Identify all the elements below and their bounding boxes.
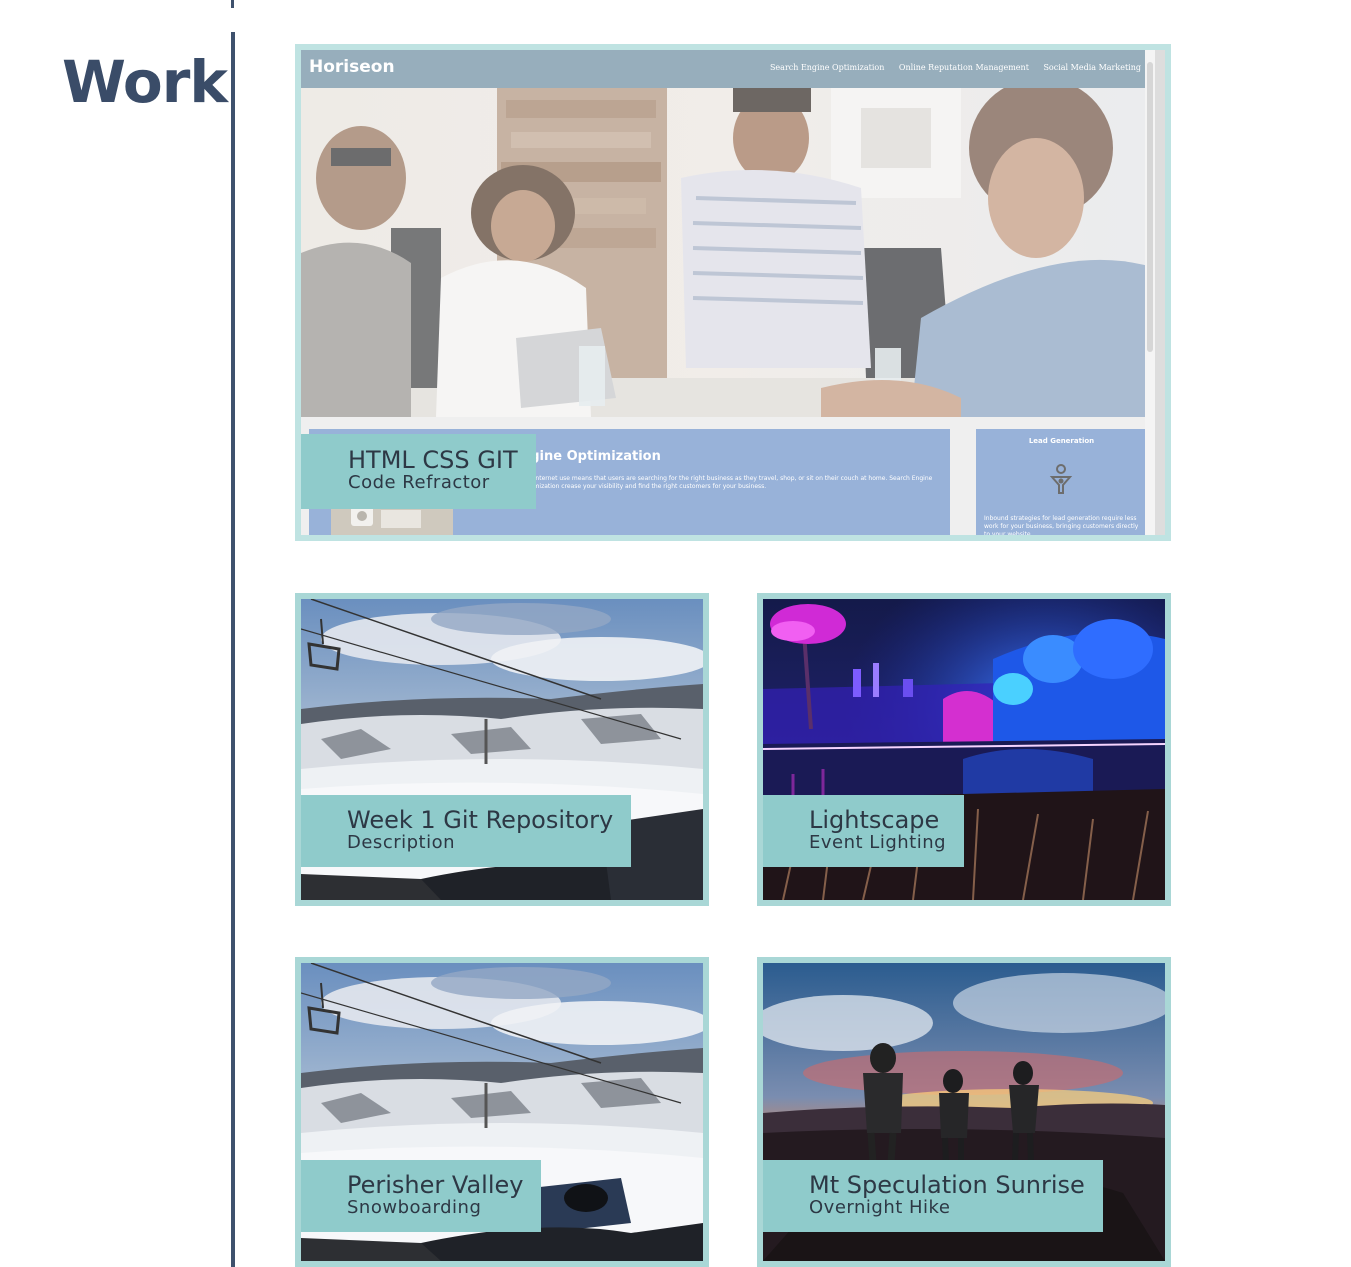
site-nav-item: Online Reputation Management xyxy=(898,63,1029,72)
project-title: Lightscape xyxy=(809,806,940,834)
project-card-mt-speculation-sunrise[interactable]: Mt Speculation Sunrise Overnight Hike xyxy=(757,957,1171,1267)
site-aside-text: Inbound strategies for lead generation r… xyxy=(984,515,1139,538)
project-title: Week 1 Git Repository xyxy=(347,806,614,834)
project-card-week-1-git-repository[interactable]: Week 1 Git Repository Description xyxy=(295,593,709,906)
site-aside-title: Lead Generation xyxy=(1028,437,1095,445)
project-caption: Mt Speculation Sunrise Overnight Hike xyxy=(763,1160,1103,1232)
timeline-divider xyxy=(231,32,235,1267)
site-scrollbar xyxy=(1145,50,1155,535)
project-caption: Perisher Valley Snowboarding xyxy=(301,1160,542,1232)
site-content-text: bile internet use means that users are s… xyxy=(521,475,933,490)
section-title: Work xyxy=(62,48,228,116)
timeline-divider-top xyxy=(231,0,234,8)
project-caption: Lightscape Event Lighting xyxy=(763,795,965,867)
site-aside-panel: Lead Generation Inbound strategies for l… xyxy=(976,429,1147,538)
site-nav: Search Engine Optimization Online Reputa… xyxy=(758,63,1141,72)
site-nav-item: Search Engine Optimization xyxy=(769,63,885,72)
site-content-title: ngine Optimization xyxy=(521,449,661,464)
project-subtitle: Event Lighting xyxy=(809,832,947,853)
project-title: Mt Speculation Sunrise xyxy=(809,1171,1085,1199)
project-subtitle: Description xyxy=(347,832,456,853)
project-title: Perisher Valley xyxy=(347,1171,524,1199)
site-logo: Horiseon xyxy=(309,57,395,77)
project-subtitle: Code Refractor xyxy=(348,472,490,493)
project-caption: HTML CSS GIT Code Refractor xyxy=(301,434,536,509)
project-subtitle: Snowboarding xyxy=(347,1197,482,1218)
lead-generation-icon xyxy=(1049,464,1073,494)
site-hero-image xyxy=(301,88,1155,417)
project-card-lightscape[interactable]: Lightscape Event Lighting xyxy=(757,593,1171,906)
project-card-featured[interactable]: Horiseon Search Engine Optimization Onli… xyxy=(295,44,1171,541)
site-nav-item: Social Media Marketing xyxy=(1043,63,1141,72)
project-caption: Week 1 Git Repository Description xyxy=(301,795,632,867)
project-title: HTML CSS GIT xyxy=(348,446,518,474)
project-card-perisher-valley[interactable]: Perisher Valley Snowboarding xyxy=(295,957,709,1267)
site-header: Horiseon Search Engine Optimization Onli… xyxy=(301,50,1155,88)
project-subtitle: Overnight Hike xyxy=(809,1197,951,1218)
